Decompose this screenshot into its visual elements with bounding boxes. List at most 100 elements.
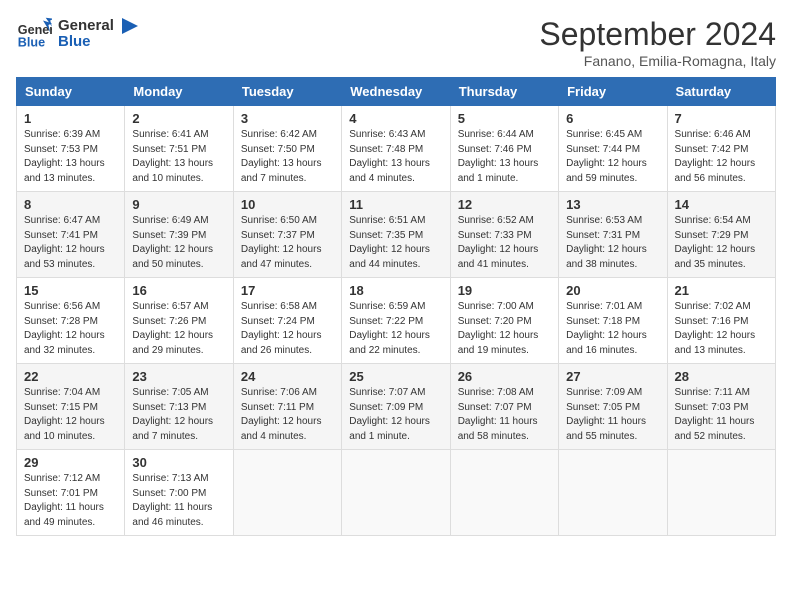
calendar-cell: 17Sunrise: 6:58 AMSunset: 7:24 PMDayligh… <box>233 278 341 364</box>
day-info: Sunrise: 6:59 AMSunset: 7:22 PMDaylight:… <box>349 300 442 358</box>
day-number: 9 <box>132 197 225 212</box>
day-info: Sunrise: 7:00 AMSunset: 7:20 PMDaylight:… <box>458 300 551 358</box>
day-info: Sunrise: 6:52 AMSunset: 7:33 PMDaylight:… <box>458 214 551 272</box>
month-title: September 2024 <box>539 16 776 53</box>
logo-text-general: General <box>58 18 114 35</box>
col-header-saturday: Saturday <box>667 78 775 106</box>
day-info: Sunrise: 6:43 AMSunset: 7:48 PMDaylight:… <box>349 128 442 186</box>
day-info: Sunrise: 7:09 AMSunset: 7:05 PMDaylight:… <box>566 386 659 444</box>
col-header-tuesday: Tuesday <box>233 78 341 106</box>
calendar-cell: 29 Sunrise: 7:12 AMSunset: 7:01 PMDayligh… <box>17 450 125 536</box>
col-header-friday: Friday <box>559 78 667 106</box>
day-number: 26 <box>458 369 551 384</box>
day-number: 22 <box>24 369 117 384</box>
day-number: 15 <box>24 283 117 298</box>
col-header-monday: Monday <box>125 78 233 106</box>
calendar-cell: 28 Sunrise: 7:11 AMSunset: 7:03 PMDayligh… <box>667 364 775 450</box>
day-info: Sunrise: 6:42 AMSunset: 7:50 PMDaylight:… <box>241 128 334 186</box>
day-info: Sunrise: 7:04 AMSunset: 7:15 PMDaylight:… <box>24 386 117 444</box>
calendar-cell: 30 Sunrise: 7:13 AMSunset: 7:00 PMDayligh… <box>125 450 233 536</box>
day-number: 6 <box>566 111 659 126</box>
day-info: Sunrise: 6:54 AMSunset: 7:29 PMDaylight:… <box>675 214 768 272</box>
col-header-thursday: Thursday <box>450 78 558 106</box>
calendar-cell: 27 Sunrise: 7:09 AMSunset: 7:05 PMDayligh… <box>559 364 667 450</box>
calendar-cell: 4 Sunrise: 6:43 AMSunset: 7:48 PMDaylight… <box>342 106 450 192</box>
day-info: Sunrise: 6:49 AMSunset: 7:39 PMDaylight:… <box>132 214 225 272</box>
day-info: Sunrise: 6:57 AMSunset: 7:26 PMDaylight:… <box>132 300 225 358</box>
calendar-week-row: 15Sunrise: 6:56 AMSunset: 7:28 PMDayligh… <box>17 278 776 364</box>
day-number: 30 <box>132 455 225 470</box>
calendar-week-row: 22 Sunrise: 7:04 AMSunset: 7:15 PMDayligh… <box>17 364 776 450</box>
day-number: 2 <box>132 111 225 126</box>
day-number: 27 <box>566 369 659 384</box>
calendar-cell <box>233 450 341 536</box>
day-info: Sunrise: 6:50 AMSunset: 7:37 PMDaylight:… <box>241 214 334 272</box>
day-number: 20 <box>566 283 659 298</box>
calendar-cell <box>559 450 667 536</box>
day-info: Sunrise: 6:39 AMSunset: 7:53 PMDaylight:… <box>24 128 117 186</box>
calendar-cell: 1 Sunrise: 6:39 AMSunset: 7:53 PMDaylight… <box>17 106 125 192</box>
day-info: Sunrise: 6:46 AMSunset: 7:42 PMDaylight:… <box>675 128 768 186</box>
day-number: 17 <box>241 283 334 298</box>
calendar-cell <box>342 450 450 536</box>
day-number: 7 <box>675 111 768 126</box>
day-info: Sunrise: 6:45 AMSunset: 7:44 PMDaylight:… <box>566 128 659 186</box>
calendar-cell <box>667 450 775 536</box>
day-number: 19 <box>458 283 551 298</box>
day-info: Sunrise: 7:11 AMSunset: 7:03 PMDaylight:… <box>675 386 768 444</box>
calendar-cell: 18Sunrise: 6:59 AMSunset: 7:22 PMDayligh… <box>342 278 450 364</box>
calendar-cell: 6 Sunrise: 6:45 AMSunset: 7:44 PMDaylight… <box>559 106 667 192</box>
day-info: Sunrise: 6:44 AMSunset: 7:46 PMDaylight:… <box>458 128 551 186</box>
calendar-cell: 24Sunrise: 7:06 AMSunset: 7:11 PMDayligh… <box>233 364 341 450</box>
calendar-cell: 19 Sunrise: 7:00 AMSunset: 7:20 PMDayligh… <box>450 278 558 364</box>
calendar-cell <box>450 450 558 536</box>
calendar-cell: 16Sunrise: 6:57 AMSunset: 7:26 PMDayligh… <box>125 278 233 364</box>
day-number: 10 <box>241 197 334 212</box>
day-number: 4 <box>349 111 442 126</box>
day-info: Sunrise: 7:06 AMSunset: 7:11 PMDaylight:… <box>241 386 334 444</box>
location-subtitle: Fanano, Emilia-Romagna, Italy <box>539 53 776 69</box>
logo: General Blue General Blue <box>16 16 140 52</box>
calendar-cell: 26 Sunrise: 7:08 AMSunset: 7:07 PMDayligh… <box>450 364 558 450</box>
day-info: Sunrise: 7:01 AMSunset: 7:18 PMDaylight:… <box>566 300 659 358</box>
logo-flag-icon <box>120 18 140 40</box>
calendar-header-row: SundayMondayTuesdayWednesdayThursdayFrid… <box>17 78 776 106</box>
day-number: 8 <box>24 197 117 212</box>
calendar-cell: 23Sunrise: 7:05 AMSunset: 7:13 PMDayligh… <box>125 364 233 450</box>
calendar-cell: 25 Sunrise: 7:07 AMSunset: 7:09 PMDayligh… <box>342 364 450 450</box>
calendar-cell: 10 Sunrise: 6:50 AMSunset: 7:37 PMDayligh… <box>233 192 341 278</box>
page-header: General Blue General Blue September 2024… <box>16 16 776 69</box>
calendar-cell: 5Sunrise: 6:44 AMSunset: 7:46 PMDaylight… <box>450 106 558 192</box>
day-info: Sunrise: 7:02 AMSunset: 7:16 PMDaylight:… <box>675 300 768 358</box>
calendar-cell: 22 Sunrise: 7:04 AMSunset: 7:15 PMDayligh… <box>17 364 125 450</box>
calendar-cell: 3Sunrise: 6:42 AMSunset: 7:50 PMDaylight… <box>233 106 341 192</box>
day-info: Sunrise: 6:41 AMSunset: 7:51 PMDaylight:… <box>132 128 225 186</box>
calendar-cell: 15Sunrise: 6:56 AMSunset: 7:28 PMDayligh… <box>17 278 125 364</box>
day-number: 25 <box>349 369 442 384</box>
calendar-cell: 12Sunrise: 6:52 AMSunset: 7:33 PMDayligh… <box>450 192 558 278</box>
day-info: Sunrise: 7:12 AMSunset: 7:01 PMDaylight:… <box>24 472 117 530</box>
day-info: Sunrise: 6:53 AMSunset: 7:31 PMDaylight:… <box>566 214 659 272</box>
calendar-cell: 2 Sunrise: 6:41 AMSunset: 7:51 PMDaylight… <box>125 106 233 192</box>
day-number: 11 <box>349 197 442 212</box>
calendar-cell: 11 Sunrise: 6:51 AMSunset: 7:35 PMDayligh… <box>342 192 450 278</box>
day-number: 29 <box>24 455 117 470</box>
calendar-table: SundayMondayTuesdayWednesdayThursdayFrid… <box>16 77 776 536</box>
day-number: 28 <box>675 369 768 384</box>
logo-icon: General Blue <box>16 16 52 52</box>
calendar-cell: 13Sunrise: 6:53 AMSunset: 7:31 PMDayligh… <box>559 192 667 278</box>
col-header-wednesday: Wednesday <box>342 78 450 106</box>
day-info: Sunrise: 7:13 AMSunset: 7:00 PMDaylight:… <box>132 472 225 530</box>
title-section: September 2024 Fanano, Emilia-Romagna, I… <box>539 16 776 69</box>
calendar-week-row: 1 Sunrise: 6:39 AMSunset: 7:53 PMDaylight… <box>17 106 776 192</box>
col-header-sunday: Sunday <box>17 78 125 106</box>
day-number: 14 <box>675 197 768 212</box>
day-info: Sunrise: 7:08 AMSunset: 7:07 PMDaylight:… <box>458 386 551 444</box>
calendar-cell: 21Sunrise: 7:02 AMSunset: 7:16 PMDayligh… <box>667 278 775 364</box>
day-info: Sunrise: 6:51 AMSunset: 7:35 PMDaylight:… <box>349 214 442 272</box>
day-info: Sunrise: 7:05 AMSunset: 7:13 PMDaylight:… <box>132 386 225 444</box>
day-info: Sunrise: 7:07 AMSunset: 7:09 PMDaylight:… <box>349 386 442 444</box>
logo-text-blue: Blue <box>58 34 114 51</box>
day-number: 1 <box>24 111 117 126</box>
calendar-week-row: 8Sunrise: 6:47 AMSunset: 7:41 PMDaylight… <box>17 192 776 278</box>
